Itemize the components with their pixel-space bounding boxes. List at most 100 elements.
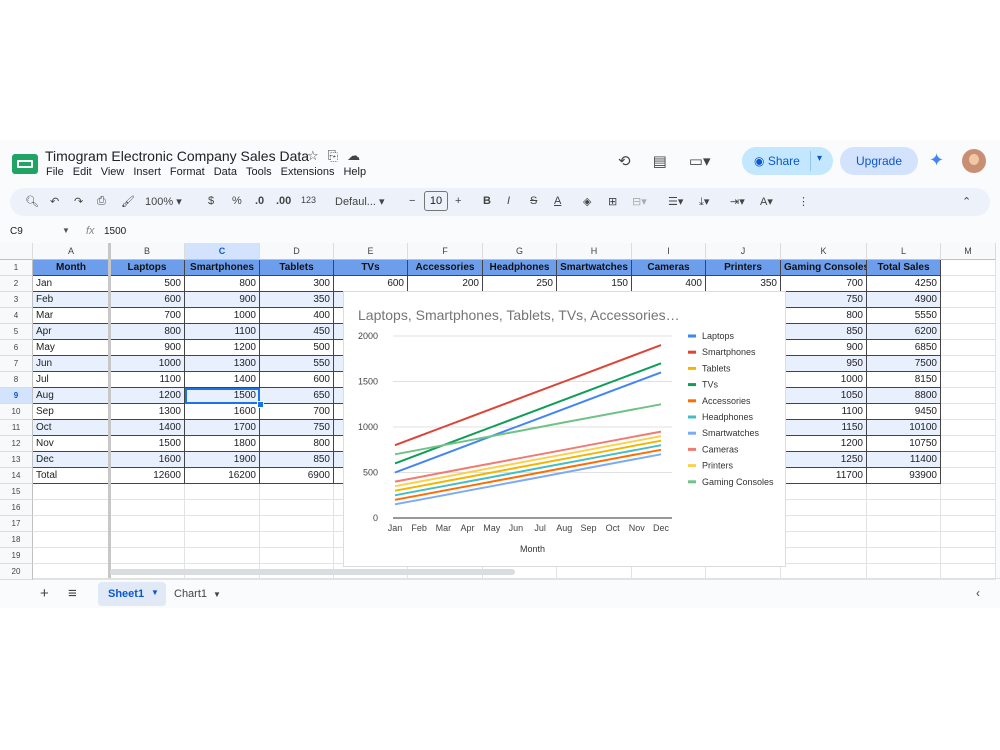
table-cell[interactable]: 550 xyxy=(260,356,334,372)
table-cell[interactable]: 1600 xyxy=(110,452,185,468)
currency-format-button[interactable]: $ xyxy=(208,195,214,207)
column-header-j[interactable]: J xyxy=(706,243,781,260)
column-header-i[interactable]: I xyxy=(632,243,706,260)
table-cell[interactable]: 1100 xyxy=(781,404,867,420)
table-cell[interactable]: 900 xyxy=(110,340,185,356)
table-cell[interactable] xyxy=(941,468,996,484)
table-cell[interactable]: 800 xyxy=(781,308,867,324)
move-folder-icon[interactable]: ⎘ xyxy=(328,148,338,164)
table-cell[interactable]: 11700 xyxy=(781,468,867,484)
comments-icon[interactable]: ▤ xyxy=(653,152,667,170)
table-cell[interactable] xyxy=(185,548,260,564)
text-color-icon[interactable]: A xyxy=(554,195,561,207)
row-header-14[interactable]: 14 xyxy=(0,468,33,484)
table-cell[interactable]: 1000 xyxy=(110,356,185,372)
table-cell[interactable]: 10750 xyxy=(867,436,941,452)
version-history-icon[interactable]: ⟲ xyxy=(618,152,631,170)
table-cell[interactable]: Apr xyxy=(33,324,110,340)
share-dropdown-icon[interactable]: ▾ xyxy=(817,153,822,164)
table-cell[interactable]: 1400 xyxy=(110,420,185,436)
table-cell[interactable]: 93900 xyxy=(867,468,941,484)
row-header-11[interactable]: 11 xyxy=(0,420,33,436)
table-cell[interactable]: 350 xyxy=(706,276,781,292)
row-header-5[interactable]: 5 xyxy=(0,324,33,340)
table-cell[interactable] xyxy=(941,532,996,548)
table-cell[interactable] xyxy=(185,532,260,548)
table-cell[interactable] xyxy=(781,500,867,516)
table-cell[interactable]: 10100 xyxy=(867,420,941,436)
table-cell[interactable]: Jun xyxy=(33,356,110,372)
table-cell[interactable]: 800 xyxy=(260,436,334,452)
increase-decimal-button[interactable]: .00 xyxy=(276,195,291,207)
line-chart[interactable]: Laptops, Smartphones, Tablets, TVs, Acce… xyxy=(343,291,786,567)
column-label-cell[interactable]: Printers xyxy=(706,260,781,276)
table-cell[interactable]: Jul xyxy=(33,372,110,388)
table-cell[interactable]: 400 xyxy=(260,308,334,324)
table-cell[interactable] xyxy=(33,532,110,548)
table-cell[interactable] xyxy=(867,484,941,500)
add-sheet-icon[interactable]: + xyxy=(40,585,49,602)
table-cell[interactable]: Oct xyxy=(33,420,110,436)
table-cell[interactable]: 750 xyxy=(260,420,334,436)
table-cell[interactable] xyxy=(867,564,941,580)
table-cell[interactable]: 12600 xyxy=(110,468,185,484)
table-cell[interactable]: 7500 xyxy=(867,356,941,372)
menu-item-file[interactable]: File xyxy=(46,166,64,178)
borders-icon[interactable]: ⊞ xyxy=(608,195,617,208)
table-cell[interactable]: 600 xyxy=(110,292,185,308)
table-cell[interactable] xyxy=(941,372,996,388)
table-cell[interactable]: 850 xyxy=(260,452,334,468)
table-cell[interactable]: 11400 xyxy=(867,452,941,468)
all-sheets-icon[interactable]: ≡ xyxy=(68,585,77,602)
row-header-20[interactable]: 20 xyxy=(0,564,33,580)
table-cell[interactable]: 1100 xyxy=(110,372,185,388)
bold-icon[interactable]: B xyxy=(483,195,491,207)
table-cell[interactable]: 1100 xyxy=(185,324,260,340)
table-cell[interactable]: 1900 xyxy=(185,452,260,468)
table-cell[interactable]: 1600 xyxy=(185,404,260,420)
fill-color-icon[interactable]: ◈ xyxy=(583,195,591,208)
table-cell[interactable] xyxy=(867,500,941,516)
font-size-input[interactable]: 10 xyxy=(424,191,448,211)
row-header-15[interactable]: 15 xyxy=(0,484,33,500)
zoom-select[interactable]: 100% ▾ xyxy=(145,195,182,208)
column-header-a[interactable]: A xyxy=(33,243,110,260)
tab-chart1[interactable]: Chart1 ▼ xyxy=(174,588,221,600)
table-cell[interactable] xyxy=(33,484,110,500)
table-cell[interactable]: 8150 xyxy=(867,372,941,388)
table-cell[interactable]: 1000 xyxy=(781,372,867,388)
table-cell[interactable] xyxy=(941,388,996,404)
selection-fill-handle[interactable] xyxy=(257,401,264,408)
horizontal-scrollbar[interactable] xyxy=(110,569,515,575)
gemini-sparkle-icon[interactable]: ✦ xyxy=(929,150,944,171)
table-cell[interactable]: Feb xyxy=(33,292,110,308)
table-cell[interactable] xyxy=(185,516,260,532)
name-box-dropdown-icon[interactable]: ▼ xyxy=(62,226,70,235)
table-cell[interactable]: Dec xyxy=(33,452,110,468)
column-label-cell[interactable]: Accessories xyxy=(408,260,483,276)
decrease-font-size-button[interactable]: − xyxy=(409,195,415,207)
percent-format-button[interactable]: % xyxy=(232,195,242,207)
avatar[interactable] xyxy=(962,149,986,173)
row-header-6[interactable]: 6 xyxy=(0,340,33,356)
column-header-k[interactable]: K xyxy=(781,243,867,260)
table-cell[interactable] xyxy=(941,564,996,580)
table-cell[interactable] xyxy=(33,500,110,516)
table-cell[interactable] xyxy=(110,500,185,516)
row-header-16[interactable]: 16 xyxy=(0,500,33,516)
table-cell[interactable]: 250 xyxy=(483,276,557,292)
table-cell[interactable] xyxy=(781,564,867,580)
upgrade-button[interactable]: Upgrade xyxy=(840,147,918,175)
table-cell[interactable] xyxy=(781,548,867,564)
table-cell[interactable] xyxy=(185,484,260,500)
table-cell[interactable]: Total xyxy=(33,468,110,484)
row-header-3[interactable]: 3 xyxy=(0,292,33,308)
table-cell[interactable]: 1400 xyxy=(185,372,260,388)
table-cell[interactable] xyxy=(941,404,996,420)
table-cell[interactable]: 900 xyxy=(781,340,867,356)
strikethrough-icon[interactable]: S xyxy=(530,195,537,207)
chevron-down-icon[interactable]: ▼ xyxy=(213,590,221,599)
table-cell[interactable] xyxy=(867,516,941,532)
column-header-h[interactable]: H xyxy=(557,243,632,260)
table-cell[interactable]: 16200 xyxy=(185,468,260,484)
